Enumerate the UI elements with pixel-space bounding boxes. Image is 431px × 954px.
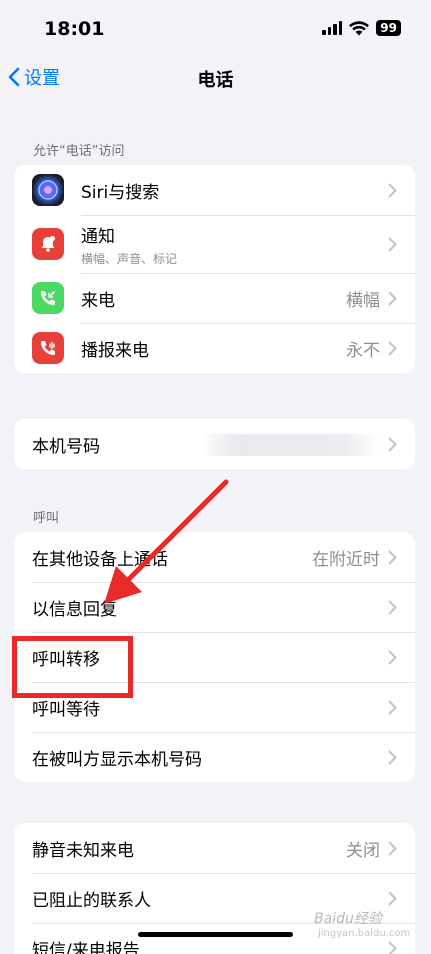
annotation-highlight-box <box>12 636 133 698</box>
watermark-logo: Baidu经验 <box>314 911 382 927</box>
home-indicator <box>138 932 293 937</box>
annotation-arrow <box>104 479 229 604</box>
watermark-url: jingyan.baidu.com <box>318 928 411 939</box>
